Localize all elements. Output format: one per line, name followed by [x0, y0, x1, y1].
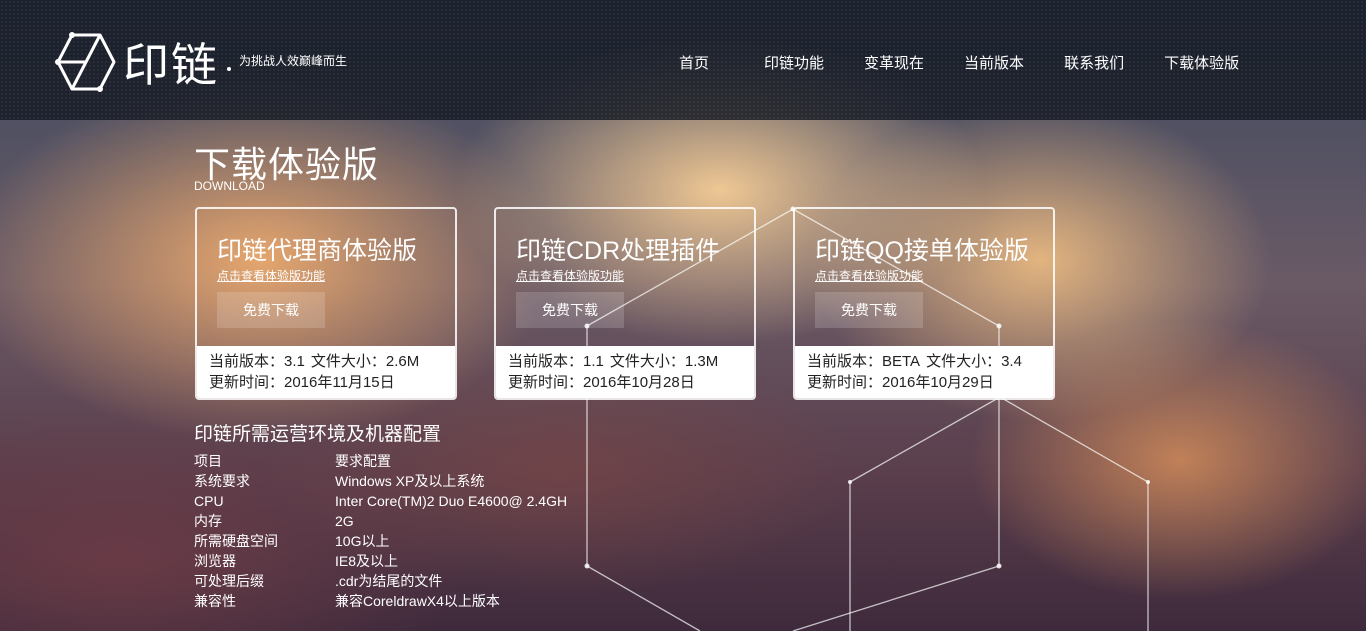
- logo-hexagon-icon: [55, 32, 116, 92]
- card-version: 当前版本：1.1: [508, 353, 604, 370]
- logo[interactable]: 印链 为挑战人效巅峰而生: [55, 32, 347, 92]
- card-header: 印链CDR处理插件 点击查看体验版功能 免费下载: [496, 209, 754, 348]
- table-row: 内存 2G: [194, 511, 567, 531]
- requirement-key: 系统要求: [194, 473, 250, 489]
- card-features-link[interactable]: 点击查看体验版功能: [815, 267, 923, 284]
- card-version: 当前版本：BETA: [807, 353, 921, 370]
- requirement-value: 兼容CoreldrawX4以上版本: [335, 593, 500, 609]
- requirement-value: 10G以上: [335, 533, 390, 549]
- requirement-value: Windows XP及以上系统: [335, 473, 485, 489]
- requirement-value: Inter Core(TM)2 Duo E4600@ 2.4GH: [335, 493, 568, 509]
- section-subtitle: DOWNLOAD: [194, 179, 265, 193]
- card-features-link[interactable]: 点击查看体验版功能: [516, 267, 624, 284]
- card-title: 印链代理商体验版: [217, 237, 418, 265]
- card-title: 印链CDR处理插件: [516, 237, 721, 265]
- card-updated: 更新时间：2016年10月29日: [807, 374, 994, 391]
- nav-features[interactable]: 印链功能: [764, 52, 824, 73]
- requirement-value: .cdr为结尾的文件: [335, 573, 443, 589]
- requirements-table: 项目 要求配置 系统要求 Windows XP及以上系统 CPU Inter C…: [194, 451, 567, 611]
- requirement-key: 可处理后缀: [194, 573, 264, 589]
- table-row: 兼容性 兼容CoreldrawX4以上版本: [194, 591, 567, 611]
- requirement-value: 要求配置: [335, 453, 391, 469]
- main-nav: 首页 印链功能 变革现在 当前版本 联系我们 下载体验版: [660, 52, 1279, 73]
- requirement-key: 内存: [194, 513, 222, 529]
- nav-change-now[interactable]: 变革现在: [864, 52, 924, 73]
- free-download-button[interactable]: 免费下载: [815, 292, 923, 328]
- card-size: 文件大小：3.4: [926, 353, 1022, 370]
- download-card-agent: 印链代理商体验版 点击查看体验版功能 免费下载 当前版本：3.1 文件大小：2.6…: [195, 207, 457, 400]
- card-info: 当前版本：1.1 文件大小：1.3M 更新时间：2016年10月28日: [496, 346, 754, 398]
- card-features-link[interactable]: 点击查看体验版功能: [217, 267, 325, 284]
- top-header: 印链 为挑战人效巅峰而生 首页 印链功能 变革现在 当前版本 联系我们 下载体验…: [0, 0, 1366, 120]
- download-card-cdr-plugin: 印链CDR处理插件 点击查看体验版功能 免费下载 当前版本：1.1 文件大小：1.…: [494, 207, 756, 400]
- table-row: 项目 要求配置: [194, 451, 567, 471]
- logo-text: 印链: [123, 39, 219, 91]
- requirement-key: 兼容性: [194, 593, 236, 609]
- free-download-button[interactable]: 免费下载: [217, 292, 325, 328]
- table-row: 系统要求 Windows XP及以上系统: [194, 471, 567, 491]
- requirements-title: 印链所需运营环境及机器配置: [194, 424, 442, 445]
- table-row: CPU Inter Core(TM)2 Duo E4600@ 2.4GH: [194, 491, 567, 511]
- card-title: 印链QQ接单体验版: [815, 237, 1029, 265]
- card-updated: 更新时间：2016年11月15日: [209, 374, 395, 391]
- table-row: 浏览器 IE8及以上: [194, 551, 567, 571]
- card-info: 当前版本：3.1 文件大小：2.6M 更新时间：2016年11月15日: [197, 346, 455, 398]
- card-size: 文件大小：1.3M: [609, 353, 719, 370]
- requirement-key: CPU: [194, 493, 224, 509]
- logo-dot: [227, 67, 231, 71]
- nav-current-version[interactable]: 当前版本: [964, 52, 1024, 73]
- card-version: 当前版本：3.1: [209, 353, 305, 370]
- download-card-qq: 印链QQ接单体验版 点击查看体验版功能 免费下载 当前版本：BETA 文件大小：3…: [793, 207, 1055, 400]
- nav-home[interactable]: 首页: [679, 52, 709, 73]
- nav-contact[interactable]: 联系我们: [1064, 52, 1124, 73]
- table-row: 所需硬盘空间 10G以上: [194, 531, 567, 551]
- nav-download-trial[interactable]: 下载体验版: [1164, 52, 1239, 73]
- logo-slogan: 为挑战人效巅峰而生: [239, 53, 348, 68]
- card-info: 当前版本：BETA 文件大小：3.4 更新时间：2016年10月29日: [795, 346, 1053, 398]
- requirement-value: IE8及以上: [335, 553, 399, 569]
- card-header: 印链QQ接单体验版 点击查看体验版功能 免费下载: [795, 209, 1053, 348]
- table-row: 可处理后缀 .cdr为结尾的文件: [194, 571, 567, 591]
- card-updated: 更新时间：2016年10月28日: [508, 374, 695, 391]
- requirement-key: 浏览器: [194, 553, 236, 569]
- card-size: 文件大小：2.6M: [310, 353, 420, 370]
- requirement-value: 2G: [335, 513, 354, 529]
- requirement-key: 所需硬盘空间: [194, 533, 278, 549]
- requirement-key: 项目: [194, 453, 222, 469]
- card-header: 印链代理商体验版 点击查看体验版功能 免费下载: [197, 209, 455, 348]
- free-download-button[interactable]: 免费下载: [516, 292, 624, 328]
